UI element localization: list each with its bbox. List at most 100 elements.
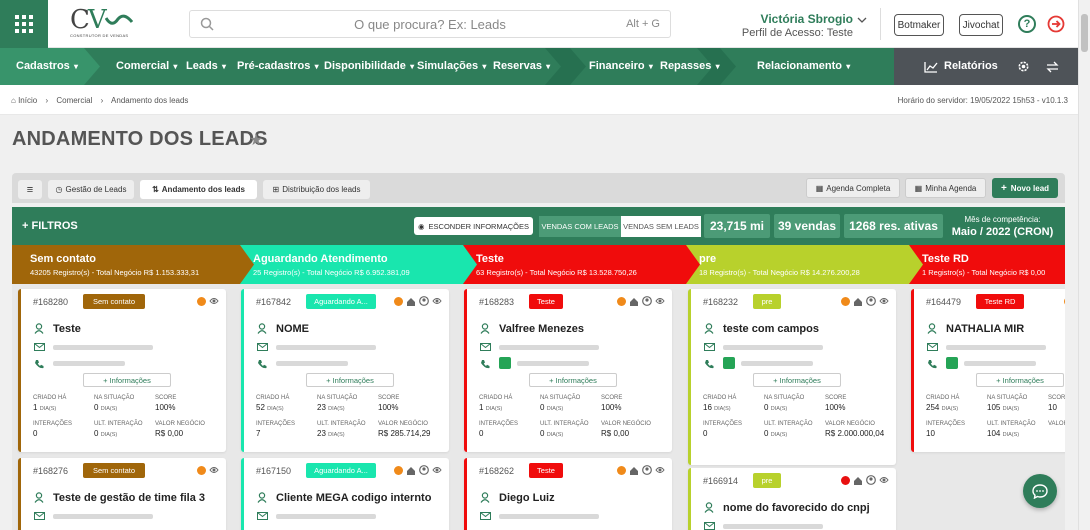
view-action[interactable] <box>432 465 442 475</box>
lead-name[interactable]: nome do favorecido do cnpj <box>723 502 870 514</box>
whatsapp-icon[interactable] <box>723 357 735 369</box>
search-input[interactable] <box>220 11 580 37</box>
logout-icon[interactable] <box>1047 15 1065 33</box>
vendas-com-leads-button[interactable]: VENDAS COM LEADS <box>539 216 621 237</box>
lead-name[interactable]: Teste de gestão de time fila 3 <box>53 492 205 504</box>
home-icon[interactable]: ⌂ <box>11 96 16 105</box>
lead-id[interactable]: #167150 <box>256 466 291 476</box>
filters-toggle[interactable]: + FILTROS <box>22 220 78 232</box>
logo[interactable]: CV CONSTRUTOR DE VENDAS <box>70 7 140 40</box>
lead-name[interactable]: Diego Luiz <box>499 492 555 504</box>
lead-card[interactable]: #167150 Aguardando A... Cliente MEGA codig… <box>241 458 449 530</box>
view-action[interactable] <box>655 296 665 306</box>
lead-id[interactable]: #166914 <box>703 476 738 486</box>
lead-name[interactable]: NATHALIA MIR <box>946 323 1024 335</box>
user-info[interactable]: Victória Sbrogio Perfil de Acesso: Teste <box>742 12 853 39</box>
lead-id[interactable]: #168262 <box>479 466 514 476</box>
lead-card[interactable]: #167842 Aguardando A... NOME + Informações C… <box>241 289 449 452</box>
hide-info-button[interactable]: ◉ ESCONDER INFORMAÇÕES <box>414 217 533 235</box>
minha-agenda-button[interactable]: ▦ Minha Agenda <box>905 178 986 198</box>
stage-header[interactable]: pre 18 Registro(s) - Total Negócio R$ 14.… <box>681 245 923 284</box>
lead-id[interactable]: #168280 <box>33 297 68 307</box>
apps-menu-button[interactable] <box>0 0 48 48</box>
nav-item-2[interactable]: Leads ▾ <box>186 48 226 85</box>
nav-item-0[interactable]: Cadastros ▾ <box>16 48 78 85</box>
nav-item-7[interactable]: Financeiro ▾ <box>589 48 653 85</box>
user-action[interactable] <box>419 465 429 475</box>
lead-id[interactable]: #167842 <box>256 297 291 307</box>
chevron-down-icon[interactable] <box>857 16 867 24</box>
user-action[interactable] <box>642 296 652 306</box>
page-scrollbar[interactable] <box>1078 0 1090 530</box>
novo-lead-button[interactable]: + Novo lead <box>992 178 1058 198</box>
lead-name[interactable]: Teste <box>53 323 81 335</box>
more-info-button[interactable]: + Informações <box>83 373 171 387</box>
home-action[interactable] <box>406 465 416 475</box>
home-action[interactable] <box>853 296 863 306</box>
lead-card[interactable]: #168262 Teste Diego Luiz <box>464 458 672 530</box>
help-icon[interactable]: ? <box>1018 15 1036 33</box>
nav-reports[interactable]: Relatórios <box>924 48 998 85</box>
tab-andamento-leads[interactable]: ⇅ Andamento dos leads <box>140 180 257 199</box>
lead-id[interactable]: #168276 <box>33 466 68 476</box>
nav-item-4[interactable]: Disponibilidade ▾ <box>324 48 414 85</box>
agenda-completa-button[interactable]: ▦ Agenda Completa <box>806 178 900 198</box>
stage-header[interactable]: Aguardando Atendimento 25 Registro(s) - T… <box>235 245 477 284</box>
nav-item-6[interactable]: Reservas ▾ <box>493 48 550 85</box>
view-action[interactable] <box>209 465 219 475</box>
view-action[interactable] <box>879 475 889 485</box>
menu-toggle-button[interactable]: ≡ <box>18 180 42 199</box>
more-info-button[interactable]: + Informações <box>976 373 1064 387</box>
whatsapp-icon[interactable] <box>946 357 958 369</box>
vendas-sem-leads-button[interactable]: VENDAS SEM LEADS <box>621 216 701 237</box>
user-action[interactable] <box>866 475 876 485</box>
lead-card[interactable]: #168232 pre teste com campos + Informações C… <box>688 289 896 465</box>
home-action[interactable] <box>629 296 639 306</box>
user-action[interactable] <box>866 296 876 306</box>
more-info-button[interactable]: + Informações <box>753 373 841 387</box>
tab-distribuicao-leads[interactable]: ⊞ Distribuição dos leads <box>263 180 370 199</box>
view-action[interactable] <box>432 296 442 306</box>
lead-name[interactable]: NOME <box>276 323 309 335</box>
stage-header[interactable]: Teste RD 1 Registro(s) - Total Negócio R$… <box>904 245 1065 284</box>
tab-gestao-leads[interactable]: ◷ Gestão de Leads <box>48 180 134 199</box>
lead-card[interactable]: #168283 Teste Valfree Menezes + Informações… <box>464 289 672 452</box>
nav-item-5[interactable]: Simulações ▾ <box>417 48 486 85</box>
competencia-value[interactable]: Maio / 2022 (CRON) <box>950 226 1055 238</box>
more-info-button[interactable]: + Informações <box>306 373 394 387</box>
home-action[interactable] <box>406 296 416 306</box>
lead-id[interactable]: #168283 <box>479 297 514 307</box>
user-action[interactable] <box>419 296 429 306</box>
more-info-button[interactable]: + Informações <box>529 373 617 387</box>
user-action[interactable] <box>642 465 652 475</box>
view-action[interactable] <box>209 296 219 306</box>
nav-item-3[interactable]: Pré-cadastros ▾ <box>237 48 319 85</box>
gear-icon[interactable] <box>1017 60 1030 73</box>
search-box[interactable]: Alt + G <box>189 10 671 38</box>
lead-id[interactable]: #164479 <box>926 297 961 307</box>
nav-item-9[interactable]: Relacionamento ▾ <box>757 48 850 85</box>
jivochat-button[interactable]: Jivochat <box>959 14 1003 36</box>
stage-header[interactable]: Teste 63 Registro(s) - Total Negócio R$ 1… <box>458 245 700 284</box>
home-action[interactable] <box>629 465 639 475</box>
lead-card[interactable]: #166914 pre nome do favorecido do cnpj <box>688 468 896 530</box>
swap-icon[interactable] <box>1046 61 1059 73</box>
lead-name[interactable]: Valfree Menezes <box>499 323 584 335</box>
botmaker-button[interactable]: Botmaker <box>894 14 944 36</box>
lead-id[interactable]: #168232 <box>703 297 738 307</box>
nav-item-1[interactable]: Comercial ▾ <box>116 48 177 85</box>
breadcrumb-comercial[interactable]: Comercial <box>56 96 92 105</box>
breadcrumb-home[interactable]: Início <box>18 96 37 105</box>
home-action[interactable] <box>853 475 863 485</box>
lead-name[interactable]: teste com campos <box>723 323 819 335</box>
lead-card[interactable]: #168280 Sem contato Teste + Informações CRIA… <box>18 289 226 452</box>
favorite-star-icon[interactable]: ★ <box>249 130 263 150</box>
lead-name[interactable]: Cliente MEGA codigo internto <box>276 492 431 504</box>
lead-card[interactable]: #168276 Sem contato Teste de gestão de tim… <box>18 458 226 530</box>
stage-header[interactable]: Sem contato 43205 Registro(s) - Total Neg… <box>12 245 254 284</box>
nav-item-8[interactable]: Repasses ▾ <box>660 48 720 85</box>
view-action[interactable] <box>879 296 889 306</box>
whatsapp-icon[interactable] <box>499 357 511 369</box>
chat-button[interactable] <box>1023 474 1057 508</box>
view-action[interactable] <box>655 465 665 475</box>
